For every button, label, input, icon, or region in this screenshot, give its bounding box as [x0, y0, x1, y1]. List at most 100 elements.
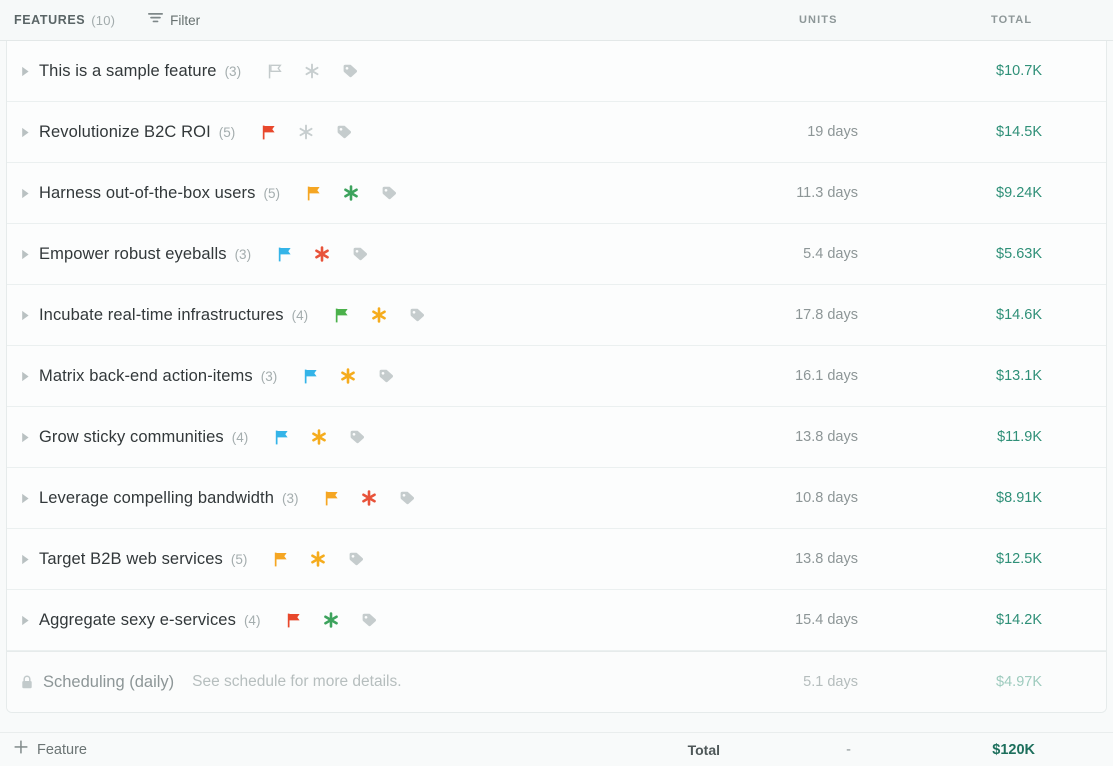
- feature-count: (10): [91, 12, 116, 28]
- feature-subcount: (3): [234, 246, 252, 262]
- row-badges: [262, 124, 352, 140]
- units-value: 11.3 days: [796, 185, 858, 201]
- feature-name[interactable]: Matrix back-end action-items: [39, 367, 253, 386]
- feature-subcount: (5): [218, 124, 236, 140]
- row-badges: [304, 368, 394, 384]
- caret-right-icon[interactable]: [19, 432, 31, 443]
- star-icon[interactable]: [311, 429, 327, 445]
- star-icon[interactable]: [323, 612, 339, 628]
- feature-name[interactable]: Incubate real-time infrastructures: [39, 306, 284, 325]
- feature-name[interactable]: This is a sample feature: [39, 62, 217, 81]
- caret-right-icon[interactable]: [19, 249, 31, 260]
- total-value: $12.5K: [996, 551, 1042, 567]
- feature-name[interactable]: Aggregate sexy e-services: [39, 611, 236, 630]
- filter-button[interactable]: Filter: [148, 11, 200, 29]
- flag-icon[interactable]: [275, 430, 289, 445]
- star-icon[interactable]: [371, 307, 387, 323]
- scheduling-row: Scheduling (daily) See schedule for more …: [7, 651, 1106, 712]
- lock-icon: [21, 675, 33, 689]
- tag-icon[interactable]: [399, 491, 415, 506]
- feature-name[interactable]: Empower robust eyeballs: [39, 245, 227, 264]
- units-value: 16.1 days: [795, 368, 858, 384]
- star-icon[interactable]: [304, 63, 320, 79]
- feature-name[interactable]: Target B2B web services: [39, 550, 223, 569]
- table-row[interactable]: This is a sample feature (3) $10.7K: [7, 41, 1106, 102]
- feature-subcount: (5): [263, 185, 280, 201]
- flag-icon[interactable]: [274, 552, 288, 567]
- feature-subcount: (3): [260, 368, 278, 384]
- total-value: $13.1K: [996, 368, 1042, 384]
- star-icon[interactable]: [340, 368, 356, 384]
- flag-icon[interactable]: [268, 64, 282, 79]
- flag-icon[interactable]: [325, 491, 339, 506]
- flag-icon[interactable]: [287, 613, 301, 628]
- table-row[interactable]: Matrix back-end action-items (3) 16.1 days…: [7, 346, 1106, 407]
- star-icon[interactable]: [361, 490, 377, 506]
- features-list: This is a sample feature (3) $10.7K Revolut…: [6, 41, 1107, 713]
- feature-name[interactable]: Leverage compelling bandwidth: [39, 489, 274, 508]
- feature-subcount: (3): [224, 63, 242, 79]
- units-value: 13.8 days: [795, 429, 858, 445]
- footer-units-value: -: [846, 741, 851, 758]
- star-icon[interactable]: [314, 246, 330, 262]
- flag-icon[interactable]: [304, 369, 318, 384]
- scheduling-units-value: 5.1 days: [803, 674, 858, 690]
- feature-subcount: (3): [281, 490, 299, 506]
- tag-icon[interactable]: [342, 64, 358, 79]
- tag-icon[interactable]: [336, 125, 352, 140]
- feature-name[interactable]: Harness out-of-the-box users: [39, 184, 255, 203]
- feature-name[interactable]: Grow sticky communities: [39, 428, 224, 447]
- caret-right-icon[interactable]: [19, 310, 31, 321]
- total-value: $14.5K: [996, 124, 1042, 140]
- tag-icon[interactable]: [409, 308, 425, 323]
- total-value: $9.24K: [996, 185, 1042, 201]
- table-row[interactable]: Grow sticky communities (4) 13.8 days $11.9…: [7, 407, 1106, 468]
- caret-right-icon[interactable]: [19, 554, 31, 565]
- tag-icon[interactable]: [378, 369, 394, 384]
- table-row[interactable]: Harness out-of-the-box users (5) 11.3 days…: [7, 163, 1106, 224]
- star-icon[interactable]: [310, 551, 326, 567]
- tag-icon[interactable]: [348, 552, 364, 567]
- units-value: 5.4 days: [803, 246, 858, 262]
- tag-icon[interactable]: [381, 186, 397, 201]
- tag-icon[interactable]: [352, 247, 368, 262]
- caret-right-icon[interactable]: [19, 188, 31, 199]
- table-row[interactable]: Empower robust eyeballs (3) 5.4 days $5.63K: [7, 224, 1106, 285]
- tag-icon[interactable]: [361, 613, 377, 628]
- caret-right-icon[interactable]: [19, 127, 31, 138]
- feature-name[interactable]: Revolutionize B2C ROI: [39, 123, 211, 142]
- units-value: 15.4 days: [795, 612, 858, 628]
- star-icon[interactable]: [343, 185, 359, 201]
- row-badges: [278, 246, 368, 262]
- total-value: $8.91K: [996, 490, 1042, 506]
- table-row[interactable]: Target B2B web services (5) 13.8 days $12.5…: [7, 529, 1106, 590]
- feature-subcount: (4): [291, 307, 309, 323]
- total-value: $14.6K: [996, 307, 1042, 323]
- flag-icon[interactable]: [307, 186, 321, 201]
- column-header-units: UNITS: [799, 14, 838, 26]
- row-badges: [274, 551, 364, 567]
- flag-icon[interactable]: [335, 308, 349, 323]
- add-feature-button[interactable]: Feature: [14, 740, 87, 759]
- units-value: 10.8 days: [795, 490, 858, 506]
- scheduling-total-value: $4.97K: [996, 674, 1042, 690]
- star-icon[interactable]: [298, 124, 314, 140]
- feature-subcount: (4): [243, 612, 261, 628]
- table-row[interactable]: Leverage compelling bandwidth (3) 10.8 day…: [7, 468, 1106, 529]
- total-value: $5.63K: [996, 246, 1042, 262]
- table-row[interactable]: Incubate real-time infrastructures (4) 17.…: [7, 285, 1106, 346]
- filter-label: Filter: [170, 12, 201, 28]
- table-row[interactable]: Revolutionize B2C ROI (5) 19 days $14.5K: [7, 102, 1106, 163]
- caret-right-icon[interactable]: [19, 371, 31, 382]
- flag-icon[interactable]: [262, 125, 276, 140]
- flag-icon[interactable]: [278, 247, 292, 262]
- row-badges: [335, 307, 425, 323]
- caret-right-icon[interactable]: [19, 493, 31, 504]
- caret-right-icon[interactable]: [19, 615, 31, 626]
- scheduling-note: See schedule for more details.: [192, 673, 402, 690]
- table-row[interactable]: Aggregate sexy e-services (4) 15.4 days $14…: [7, 590, 1106, 651]
- total-value: $10.7K: [996, 63, 1042, 79]
- tag-icon[interactable]: [349, 430, 365, 445]
- add-feature-label: Feature: [37, 741, 87, 758]
- caret-right-icon[interactable]: [19, 66, 31, 77]
